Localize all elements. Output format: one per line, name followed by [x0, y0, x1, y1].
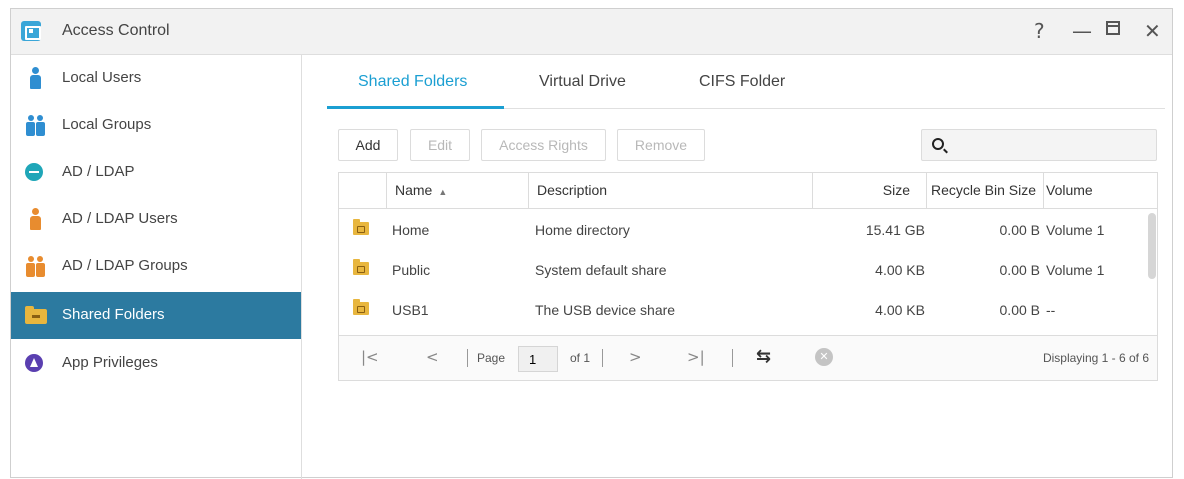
displaying-count: Displaying 1 - 6 of 6 — [1042, 351, 1149, 365]
minimize-button[interactable]: — — [1072, 19, 1092, 43]
add-button[interactable]: Add — [338, 129, 398, 161]
sidebar-item-ad-ldap[interactable]: AD / LDAP — [11, 149, 301, 196]
clear-icon[interactable]: ✕ — [815, 348, 833, 366]
page-label: Page — [477, 351, 506, 365]
title-bar: Access Control ? — ✕ — [11, 9, 1172, 55]
user-icon — [26, 208, 46, 230]
next-page-icon[interactable]: > — [629, 348, 642, 366]
sidebar: Local Users Local Groups AD / LDAP AD / … — [11, 55, 302, 479]
help-button[interactable]: ? — [1034, 19, 1045, 43]
tab-cifs-folder[interactable]: CIFS Folder — [699, 73, 785, 91]
folder-icon — [353, 259, 369, 275]
sidebar-item-label: AD / LDAP — [62, 163, 135, 180]
sidebar-item-ad-ldap-users[interactable]: AD / LDAP Users — [11, 196, 301, 243]
tab-virtual-drive[interactable]: Virtual Drive — [539, 73, 626, 91]
column-header-size[interactable]: Size — [812, 173, 918, 208]
sort-ascending-icon: ▲ — [438, 187, 448, 197]
column-name-label: Name — [395, 182, 433, 198]
sidebar-item-shared-folders[interactable]: Shared Folders — [11, 292, 301, 339]
sidebar-item-label: Shared Folders — [62, 306, 165, 323]
sidebar-item-local-users[interactable]: Local Users — [11, 55, 301, 102]
window-title: Access Control — [62, 22, 170, 39]
cell-size: 4.00 KB — [875, 302, 925, 318]
cell-recycle-bin-size: 0.00 B — [999, 222, 1040, 238]
search-icon — [932, 138, 944, 150]
cell-description: Home directory — [535, 222, 630, 238]
active-tab-indicator — [327, 106, 504, 109]
page-number-input[interactable] — [518, 346, 558, 372]
cell-volume: -- — [1046, 302, 1056, 318]
cell-description: The USB device share — [535, 302, 676, 318]
column-header-name[interactable]: Name ▲ — [386, 173, 528, 208]
sidebar-item-label: AD / LDAP Groups — [62, 257, 188, 274]
sidebar-item-label: Local Users — [62, 69, 142, 86]
privileges-icon — [25, 354, 43, 372]
sidebar-item-label: AD / LDAP Users — [62, 210, 178, 227]
pager-separator — [602, 349, 603, 367]
cell-recycle-bin-size: 0.00 B — [999, 262, 1040, 278]
folder-icon — [353, 219, 369, 235]
last-page-icon[interactable]: >| — [687, 348, 705, 366]
column-header-volume[interactable]: Volume — [1043, 173, 1158, 208]
group-icon — [26, 114, 46, 136]
access-rights-button[interactable]: Access Rights — [481, 129, 606, 161]
main-panel: Shared Folders Virtual Drive CIFS Folder… — [303, 55, 1173, 479]
pager-separator — [732, 349, 733, 367]
search-input[interactable] — [954, 134, 1150, 156]
cell-size: 4.00 KB — [875, 262, 925, 278]
user-icon — [26, 67, 46, 89]
access-control-window: Access Control ? — ✕ Local Users Local G… — [10, 8, 1173, 479]
key-icon — [25, 163, 43, 181]
sidebar-item-app-privileges[interactable]: App Privileges — [11, 340, 301, 387]
folder-icon — [25, 306, 47, 324]
folder-icon — [353, 299, 369, 315]
pagination-bar: |< < Page of 1 > >| ⇆ ✕ Displaying 1 - 6… — [339, 335, 1157, 380]
access-control-app-icon — [21, 21, 41, 41]
sidebar-item-label: App Privileges — [62, 354, 158, 371]
maximize-button[interactable] — [1106, 21, 1120, 35]
cell-name: Home — [392, 222, 430, 238]
edit-button[interactable]: Edit — [410, 129, 470, 161]
table-row[interactable]: USB1 The USB device share 4.00 KB 0.00 B… — [339, 290, 1145, 330]
cell-name: Public — [392, 262, 431, 278]
pager-separator — [467, 349, 468, 367]
table-row[interactable]: Home Home directory 15.41 GB 0.00 B Volu… — [339, 210, 1145, 250]
cell-name: USB1 — [392, 302, 429, 318]
column-header-recycle-bin-size[interactable]: Recycle Bin Size — [926, 173, 1043, 208]
toolbar: Add Edit Access Rights Remove — [338, 129, 1158, 163]
cell-volume: Volume 1 — [1046, 262, 1105, 278]
table-scrollbar[interactable] — [1146, 209, 1158, 334]
scroll-thumb[interactable] — [1148, 213, 1156, 279]
sidebar-item-ad-ldap-groups[interactable]: AD / LDAP Groups — [11, 243, 301, 290]
first-page-icon[interactable]: |< — [361, 348, 379, 366]
refresh-icon[interactable]: ⇆ — [756, 346, 771, 367]
close-button[interactable]: ✕ — [1144, 19, 1161, 43]
page-count-label: of 1 — [570, 351, 591, 365]
search-box — [921, 129, 1157, 161]
shared-folders-table: Name ▲ Description Size Recycle Bin Size … — [338, 172, 1158, 381]
table-row[interactable]: Public System default share 4.00 KB 0.00… — [339, 250, 1145, 290]
tab-shared-folders[interactable]: Shared Folders — [358, 73, 467, 91]
sidebar-item-label: Local Groups — [62, 116, 152, 133]
previous-page-icon[interactable]: < — [426, 348, 439, 366]
cell-size: 15.41 GB — [865, 222, 925, 238]
remove-button[interactable]: Remove — [617, 129, 705, 161]
group-icon — [26, 255, 46, 277]
cell-description: System default share — [535, 262, 667, 278]
table-header: Name ▲ Description Size Recycle Bin Size … — [339, 173, 1157, 209]
cell-recycle-bin-size: 0.00 B — [999, 302, 1040, 318]
column-header-description[interactable]: Description — [528, 173, 812, 208]
tab-bar: Shared Folders Virtual Drive CIFS Folder — [327, 55, 1165, 109]
cell-volume: Volume 1 — [1046, 222, 1105, 238]
sidebar-item-local-groups[interactable]: Local Groups — [11, 102, 301, 149]
